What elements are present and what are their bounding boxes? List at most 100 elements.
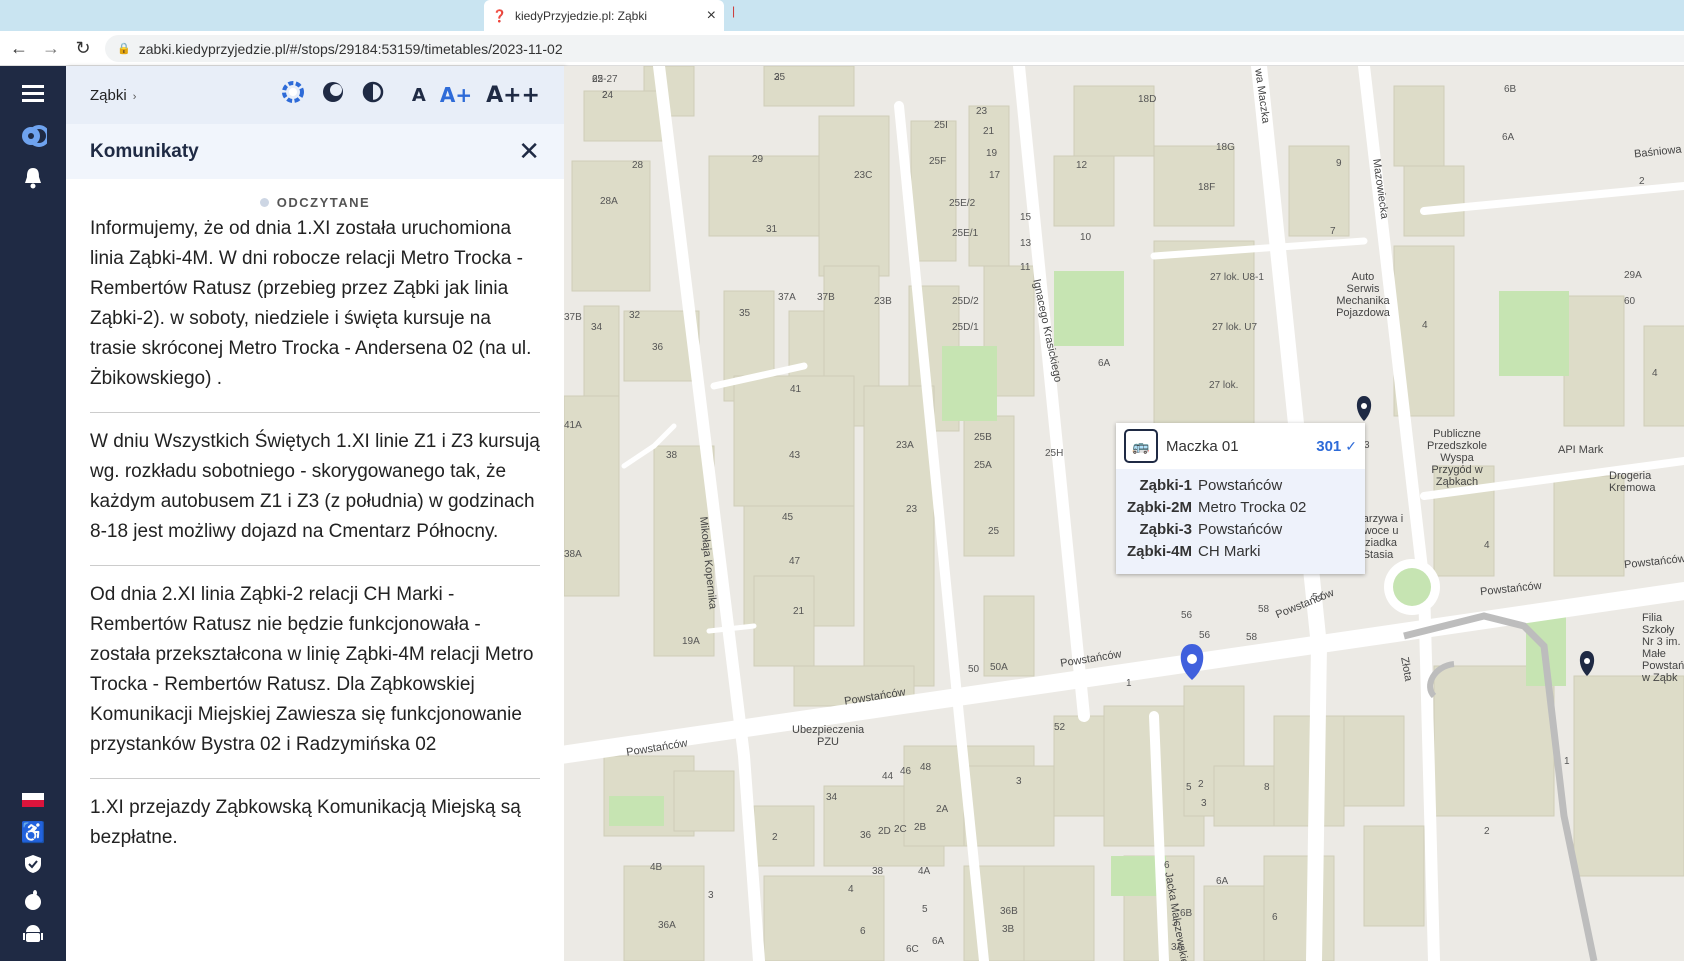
flag-pl-icon[interactable] <box>19 786 47 814</box>
building-number: 4 <box>1484 540 1490 551</box>
panel-header: Ząbki › A A+ A++ <box>66 66 564 124</box>
line-row[interactable]: Ząbki-1 Powstańców <box>1120 475 1361 497</box>
line-row[interactable]: Ząbki-3 Powstańców <box>1120 519 1361 541</box>
poi-label: API Mark <box>1558 444 1604 456</box>
building-number: 17 <box>989 170 1001 181</box>
building-number: 7 <box>1330 226 1336 237</box>
message-item: Od dnia 2.XI linia Ząbki-2 relacji CH Ma… <box>90 566 540 779</box>
building-number: 36 <box>860 830 872 841</box>
lifebuoy-icon[interactable] <box>280 80 306 110</box>
building-number: 6C <box>906 944 919 955</box>
reload-icon[interactable]: ↻ <box>70 38 96 59</box>
stop-popup[interactable]: 🚌 Maczka 01 301 ✓ Ząbki-1 Powstańców Ząbk… <box>1116 423 1365 574</box>
building-number: 36B <box>1000 906 1018 917</box>
popup-lines: Ząbki-1 Powstańców Ząbki-2M Metro Trocka 0… <box>1116 469 1365 574</box>
stop-pin-icon[interactable] <box>1356 396 1372 421</box>
dark-mode-icon[interactable] <box>320 80 346 110</box>
building-number: 2D <box>878 826 891 837</box>
building-number: 6A <box>1216 876 1229 887</box>
building-number: 23C <box>854 170 873 181</box>
building-number: 3B <box>1002 924 1015 935</box>
back-icon[interactable]: ← <box>6 38 32 59</box>
building-number: 4B <box>650 862 663 873</box>
lock-icon: 🔒 <box>117 43 131 55</box>
building-number: 1 <box>1564 756 1570 767</box>
line-number: Ząbki-1 <box>1139 477 1192 494</box>
favicon-icon: ❓ <box>492 8 507 23</box>
close-tab-icon[interactable]: × <box>707 7 716 25</box>
line-row[interactable]: Ząbki-2M Metro Trocka 02 <box>1120 497 1361 519</box>
building-number: 50 <box>968 664 980 675</box>
building-number: 9 <box>1336 158 1342 169</box>
poi-label: Drogeria Kremowa <box>1609 470 1656 494</box>
address-bar[interactable]: 🔒 zabki.kiedyprzyjedzie.pl/#/stops/29184… <box>105 35 1684 62</box>
building-number: 56 <box>1181 610 1193 621</box>
bell-icon[interactable] <box>19 164 47 192</box>
line-destination: CH Marki <box>1198 543 1261 560</box>
building-number: 6B <box>1504 84 1517 95</box>
messages-header: Komunikaty ✕ <box>66 124 564 179</box>
building-number: 13 <box>1020 238 1032 249</box>
building-number: 6 <box>860 926 866 937</box>
building-number: 34 <box>826 792 838 803</box>
building-number: 60 <box>1624 296 1636 307</box>
building-number: 4 <box>848 884 854 895</box>
building-number: 23A <box>896 440 914 451</box>
building-number: 37B <box>564 312 582 323</box>
browser-tab-bar: ❓ kiedyPrzyjedzie.pl: Ząbki × | <box>0 0 1684 31</box>
building-number: 2B <box>914 822 927 833</box>
browser-tab[interactable]: ❓ kiedyPrzyjedzie.pl: Ząbki × <box>484 0 724 31</box>
line-row[interactable]: Ząbki-4M CH Marki <box>1120 541 1361 563</box>
building-number: 25I <box>934 120 948 131</box>
android-icon[interactable] <box>19 920 47 948</box>
building-number: 1 <box>1126 678 1132 689</box>
shield-icon[interactable] <box>19 850 47 878</box>
line-destination: Powstańców <box>1198 477 1283 494</box>
font-size-medium-button[interactable]: A+ <box>440 83 472 107</box>
building-number: 18F <box>1198 182 1216 193</box>
map-view[interactable]: Powstańców Powstańców Powstańców Powstań… <box>564 66 1684 961</box>
poi-label: Publiczne Przedszkole Wyspa Przygód w Zą… <box>1427 428 1487 488</box>
building-number: 29 <box>752 154 764 165</box>
message-item: W dniu Wszystkich Świętych 1.XI linie Z1… <box>90 413 540 566</box>
building-number: 46 <box>900 766 912 777</box>
building-number: 2C <box>894 824 907 835</box>
font-size-large-button[interactable]: A++ <box>486 83 540 108</box>
building-number: 47 <box>789 556 801 567</box>
breadcrumb[interactable]: Ząbki › <box>90 87 136 104</box>
building-number: 31 <box>766 224 778 235</box>
building-number: 44 <box>882 771 894 782</box>
building-number: 21 <box>983 126 995 137</box>
read-label: ODCZYTANE <box>276 195 371 210</box>
new-tab-fragment[interactable]: | <box>732 4 740 26</box>
building-number: 34 <box>591 322 603 333</box>
forward-icon[interactable]: → <box>38 38 64 59</box>
apple-icon[interactable] <box>19 886 47 914</box>
building-number: 2 <box>1484 826 1490 837</box>
poi-label: Auto Serwis Mechanika Pojazdowa <box>1336 271 1390 319</box>
building-number: 28 <box>632 160 644 171</box>
building-number: 25D/2 <box>952 296 979 307</box>
building-number: 4 <box>1652 368 1658 379</box>
building-number: 6 <box>1272 912 1278 923</box>
menu-icon[interactable] <box>19 80 47 108</box>
logo-icon[interactable] <box>19 122 47 150</box>
stop-pin-icon[interactable] <box>1180 644 1204 680</box>
stop-pin-icon[interactable] <box>1579 651 1595 676</box>
building-number: 2A <box>936 804 949 815</box>
building-number: 21 <box>793 606 805 617</box>
font-size-small-button[interactable]: A <box>412 85 426 106</box>
close-icon[interactable]: ✕ <box>518 136 540 167</box>
building-number: 3 <box>708 890 714 901</box>
read-dot-icon <box>259 198 269 207</box>
building-number: 41 <box>790 384 802 395</box>
building-number: 11 <box>1020 262 1031 273</box>
wheelchair-icon[interactable]: ♿ <box>19 818 47 846</box>
building-number: 23 <box>976 106 988 117</box>
building-number: 25E/1 <box>952 228 979 239</box>
building-number: 25H <box>1045 448 1064 459</box>
contrast-icon[interactable] <box>360 80 386 110</box>
building-number: 19A <box>682 636 700 647</box>
building-number: 48 <box>920 762 932 773</box>
building-number: 38 <box>872 866 884 877</box>
